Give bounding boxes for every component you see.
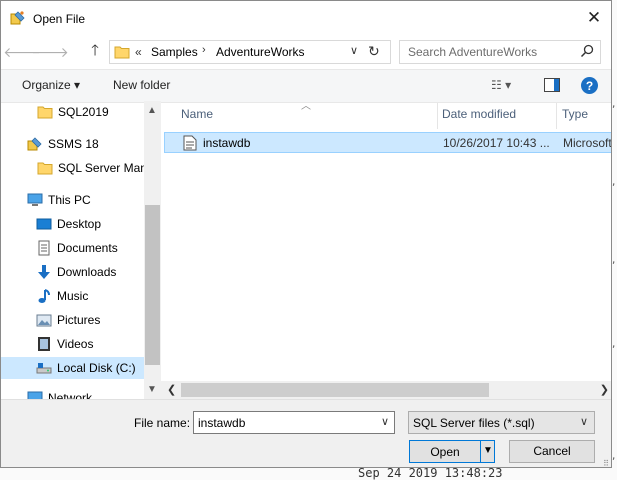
organize-button[interactable]: Organize ▾ (22, 78, 80, 92)
column-divider[interactable] (556, 103, 557, 129)
sql-file-icon (183, 135, 197, 151)
scroll-down-icon[interactable]: ▼ (147, 384, 157, 395)
scroll-left-icon[interactable]: ❮ (167, 383, 176, 396)
local-disk-icon (36, 363, 52, 374)
pictures-icon (36, 314, 52, 327)
file-list: ︿ Name Date modified Type instawdb 10/26… (161, 101, 612, 399)
nav-item-label: SQL Server Mana (58, 161, 154, 175)
nav-item-ssms-18[interactable]: SSMS 18 (1, 133, 144, 155)
file-type-select[interactable]: SQL Server files (*.sql) ∨ (408, 411, 595, 434)
nav-item-label: Downloads (57, 265, 117, 279)
up-button[interactable]: 🡑 (86, 42, 104, 61)
nav-item-this-pc[interactable]: This PC (1, 189, 144, 211)
nav-scrollbar[interactable]: ▲ ▼ (144, 101, 161, 399)
file-name-label: File name: (134, 416, 191, 430)
address-overflow-chevron[interactable]: « (135, 45, 142, 59)
nav-item-label: This PC (48, 193, 91, 207)
window-title: Open File (33, 12, 86, 26)
open-split-dropdown[interactable]: ▼ (480, 441, 495, 462)
column-header-name[interactable]: Name (181, 107, 213, 121)
nav-item-label: Music (57, 289, 89, 303)
open-button-label: Open (430, 445, 460, 459)
close-button[interactable]: ✕ (577, 1, 611, 35)
dialog-footer: File name: instawdb ∨ SQL Server files (… (1, 399, 611, 467)
breadcrumb-adventureworks[interactable]: AdventureWorks (216, 45, 304, 59)
nav-item-music[interactable]: Music (1, 285, 144, 307)
view-options-button[interactable]: ☷ ▾ (491, 78, 511, 92)
file-row[interactable]: instawdb 10/26/2017 10:43 ... Microsoft (164, 132, 612, 153)
downloads-icon (38, 265, 50, 279)
nav-item-sql2019[interactable]: SQL2019 (1, 101, 144, 123)
ssms-app-icon (10, 11, 25, 25)
nav-item-sql-server-mana[interactable]: SQL Server Mana (1, 157, 154, 179)
column-header-date-modified[interactable]: Date modified (442, 107, 516, 121)
horizontal-scrollbar[interactable]: ❮ ❯ (161, 381, 611, 399)
resize-grip-icon[interactable]: ⠿ (603, 459, 609, 467)
nav-item-label: Desktop (57, 217, 102, 231)
search-placeholder: Search AdventureWorks (408, 45, 538, 59)
refresh-icon[interactable]: ↻ (368, 43, 380, 60)
chevron-down-icon: ▼ (483, 445, 493, 456)
desktop-icon (36, 218, 52, 230)
address-row: 🡐 🡒 🡑 « Samples › AdventureWorks ∨ ↻ Sea… (1, 35, 611, 69)
chevron-down-icon[interactable]: ∨ (381, 415, 389, 428)
scroll-up-icon[interactable]: ▲ (147, 105, 157, 116)
nav-item-videos[interactable]: Videos (1, 333, 144, 355)
nav-item-documents[interactable]: Documents (1, 237, 144, 259)
search-input[interactable]: Search AdventureWorks (399, 40, 601, 64)
file-name-value: instawdb (198, 416, 246, 430)
file-name-input[interactable]: instawdb ∨ (193, 411, 395, 434)
nav-item-label: Documents (57, 241, 118, 255)
breadcrumb-separator[interactable]: › (202, 44, 206, 56)
file-date-cell: 10/26/2017 10:43 ... (443, 136, 550, 150)
nav-item-network[interactable]: Network (1, 387, 144, 399)
background-timestamp: Sep 24 2019 13:48:23 (358, 466, 503, 480)
nav-item-pictures[interactable]: Pictures (1, 309, 144, 331)
videos-icon (38, 337, 50, 351)
music-icon (38, 289, 50, 303)
column-divider[interactable] (437, 103, 438, 129)
nav-scrollbar-thumb[interactable] (145, 205, 160, 365)
file-type-value: SQL Server files (*.sql) (413, 416, 535, 430)
open-button[interactable]: Open ▼ (409, 440, 495, 463)
new-folder-button[interactable]: New folder (113, 78, 170, 92)
search-icon (580, 44, 594, 58)
cancel-button[interactable]: Cancel (509, 440, 595, 463)
nav-item-label: Local Disk (C:) (57, 361, 136, 375)
navigation-pane: SQL2019 SSMS 18 SQL Server Mana This PC … (1, 101, 161, 399)
nav-item-label: SSMS 18 (48, 137, 99, 151)
sort-ascending-icon: ︿ (301, 101, 311, 112)
back-button[interactable]: 🡐 (3, 43, 41, 61)
nav-item-label: Videos (57, 337, 94, 351)
toolbar: Organize ▾ New folder ☷ ▾ ? (1, 69, 611, 103)
nav-item-label: Pictures (57, 313, 101, 327)
preview-pane-icon[interactable] (544, 78, 560, 92)
chevron-down-icon[interactable]: ∨ (350, 44, 358, 57)
nav-item-downloads[interactable]: Downloads (1, 261, 144, 283)
address-bar[interactable]: « Samples › AdventureWorks ∨ ↻ (109, 40, 391, 64)
folder-icon (37, 162, 53, 175)
scroll-right-icon[interactable]: ❯ (600, 383, 609, 396)
nav-item-label: Network (48, 391, 93, 399)
column-header-type[interactable]: Type (562, 107, 588, 121)
folder-icon (37, 106, 53, 119)
file-name-cell: instawdb (203, 136, 251, 150)
forward-button[interactable]: 🡒 (31, 43, 69, 61)
file-type-cell: Microsoft (563, 136, 612, 150)
computer-icon (27, 193, 43, 206)
network-icon (27, 391, 43, 399)
chevron-down-icon: ∨ (579, 416, 588, 428)
breadcrumb-samples[interactable]: Samples (151, 45, 198, 59)
horizontal-scrollbar-thumb[interactable] (181, 383, 489, 397)
nav-item-local-disk[interactable]: Local Disk (C:) (1, 357, 144, 379)
nav-item-desktop[interactable]: Desktop (1, 213, 144, 235)
documents-icon (38, 240, 50, 256)
folder-icon (114, 46, 130, 59)
ssms-icon (27, 137, 42, 151)
nav-item-label: SQL2019 (58, 105, 109, 119)
open-file-dialog: Open File ✕ 🡐 🡒 🡑 « Samples › AdventureW… (0, 0, 612, 468)
help-icon[interactable]: ? (581, 77, 598, 94)
title-bar[interactable]: Open File ✕ (1, 1, 611, 35)
